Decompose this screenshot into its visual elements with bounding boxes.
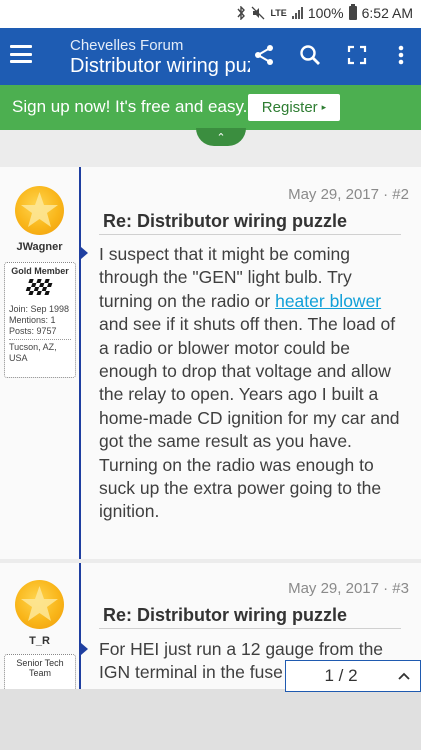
menu-icon[interactable] xyxy=(10,45,32,63)
caret-right-icon: ▸ xyxy=(321,102,327,112)
post-pointer xyxy=(81,643,88,655)
search-icon[interactable] xyxy=(297,42,323,68)
signup-text: Sign up now! It's free and easy. xyxy=(12,97,248,116)
chevron-up-icon: ⌃ xyxy=(216,131,226,144)
register-button[interactable]: Register ▸ xyxy=(248,94,340,121)
status-bar: LTE 100% 6:52 AM xyxy=(0,0,421,28)
fullscreen-icon[interactable] xyxy=(344,42,370,68)
post-title: Re: Distributor wiring puzzle xyxy=(103,211,348,231)
signal-icon xyxy=(291,7,303,19)
post-date[interactable]: May 29, 2017 · #2 xyxy=(288,186,409,203)
user-info-card: Senior Tech Team xyxy=(4,654,76,693)
user-info-card: Gold Member Join: Sep 1998 Mentions: 1 P… xyxy=(4,262,76,378)
user-rank-line2: Team xyxy=(28,668,51,678)
user-rank: Gold Member xyxy=(11,266,69,276)
app-screen: LTE 100% 6:52 AM Chevelles Forum Distrib… xyxy=(0,0,421,750)
post-border xyxy=(79,563,81,693)
avatar[interactable] xyxy=(15,580,64,629)
post-pointer xyxy=(81,247,88,259)
post-body: I suspect that it might be coming throug… xyxy=(99,243,409,524)
collapse-tab[interactable]: ⌃ xyxy=(196,128,246,146)
app-bar: Chevelles Forum Distributor wiring puzzl… xyxy=(0,28,421,85)
title-underline xyxy=(99,234,401,235)
chevron-up-icon[interactable] xyxy=(388,671,420,681)
card-divider xyxy=(9,339,71,340)
post: JWagner Gold Member Join: Sep 1998 Menti… xyxy=(0,167,421,559)
username[interactable]: JWagner xyxy=(0,241,79,253)
clock: 6:52 AM xyxy=(361,5,413,21)
mentions-count: Mentions: 1 xyxy=(9,315,56,325)
post-date[interactable]: May 29, 2017 · #3 xyxy=(288,580,409,597)
battery-percent: 100% xyxy=(307,5,344,21)
title-underline xyxy=(99,628,401,629)
page-indicator[interactable]: 1 / 2 xyxy=(286,666,388,686)
post-border xyxy=(79,167,81,559)
thread-title: Distributor wiring puzzle xyxy=(70,55,250,77)
signup-banner: Sign up now! It's free and easy. Registe… xyxy=(0,85,421,130)
forum-name: Chevelles Forum xyxy=(70,37,184,54)
checkered-flag-icon xyxy=(25,279,53,295)
location-country: USA xyxy=(9,353,28,363)
bluetooth-icon xyxy=(236,6,246,20)
mute-icon xyxy=(251,6,265,20)
post-text-continued: and see if it shuts off then. The load o… xyxy=(99,314,400,522)
post-title: Re: Distributor wiring puzzle xyxy=(103,605,348,625)
posts-count: Posts: 9757 xyxy=(9,326,57,336)
page-navigator[interactable]: 1 / 2 xyxy=(285,660,421,692)
bottom-bar xyxy=(0,689,421,750)
location: Tucson, AZ, xyxy=(9,342,57,352)
more-options-icon[interactable] xyxy=(388,42,414,68)
battery-icon xyxy=(348,4,357,20)
register-label: Register xyxy=(261,99,318,116)
post-link[interactable]: heater blower xyxy=(275,291,381,311)
user-rank: Senior Tech xyxy=(16,658,64,668)
avatar[interactable] xyxy=(15,186,64,235)
join-date: Join: Sep 1998 xyxy=(9,304,70,314)
lte-indicator: LTE xyxy=(270,8,287,18)
username[interactable]: T_R xyxy=(0,635,79,647)
share-icon[interactable] xyxy=(251,42,277,68)
